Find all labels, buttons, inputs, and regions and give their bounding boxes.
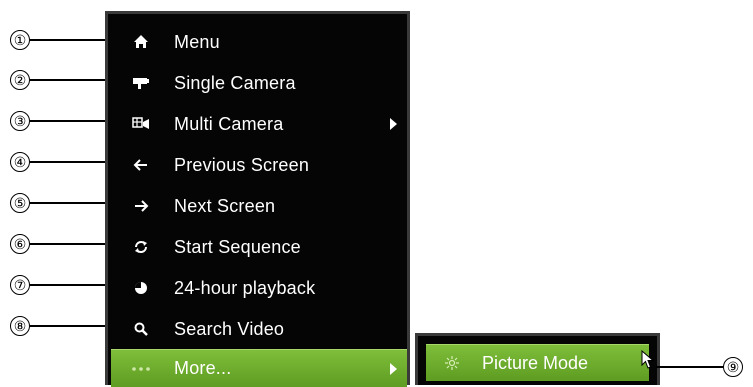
sequence-icon [119, 239, 163, 255]
menu-item-24-hour-playback[interactable]: 24-hour playback [111, 268, 407, 308]
menu-item-more[interactable]: More... [111, 349, 407, 387]
menu-item-multi-camera[interactable]: Multi Camera [111, 104, 407, 144]
arrow-right-icon [119, 199, 163, 213]
callout-number: ③ [10, 111, 30, 131]
menu-item-label: 24-hour playback [174, 277, 316, 298]
dots-icon [119, 366, 163, 372]
more-submenu: Picture Mode [415, 333, 660, 385]
menu-item-label: Single Camera [174, 72, 296, 93]
menu-item-label: Start Sequence [174, 236, 301, 257]
submenu-arrow-icon [390, 362, 397, 375]
callout-number: ② [10, 70, 30, 90]
menu-item-label: Previous Screen [174, 154, 310, 175]
callout-number: ⑨ [723, 357, 743, 377]
callout-number: ⑥ [10, 234, 30, 254]
camera-icon [119, 75, 163, 91]
menu-item-search-video[interactable]: Search Video [111, 309, 407, 349]
menu-item-label: More... [174, 358, 232, 378]
playback-icon [119, 280, 163, 296]
multi-camera-icon [119, 116, 163, 132]
callout-number: ⑤ [10, 193, 30, 213]
menu-item-label: Multi Camera [174, 113, 284, 134]
callout-leader-line [656, 366, 723, 368]
callout-number: ⑦ [10, 275, 30, 295]
menu-item-menu[interactable]: Menu [111, 22, 407, 62]
context-menu: Menu Single Camera Multi Camera Previous… [105, 11, 410, 387]
menu-item-label: Menu [174, 31, 220, 52]
submenu-item-label: Picture Mode [482, 352, 589, 373]
menu-item-label: Next Screen [174, 195, 276, 216]
menu-item-single-camera[interactable]: Single Camera [111, 63, 407, 103]
callout-number: ① [10, 30, 30, 50]
menu-item-label: Search Video [174, 318, 285, 339]
callout-9: ⑨ [656, 355, 743, 379]
mouse-cursor-icon [641, 349, 655, 375]
submenu-item-picture-mode[interactable]: Picture Mode [426, 344, 655, 381]
picture-mode-icon [432, 355, 472, 371]
callout-number: ⑧ [10, 316, 30, 336]
arrow-left-icon [119, 158, 163, 172]
search-icon [119, 321, 163, 337]
menu-item-next-screen[interactable]: Next Screen [111, 186, 407, 226]
home-icon [119, 34, 163, 50]
menu-item-start-sequence[interactable]: Start Sequence [111, 227, 407, 267]
submenu-arrow-icon [390, 118, 397, 130]
callout-number: ④ [10, 152, 30, 172]
menu-item-previous-screen[interactable]: Previous Screen [111, 145, 407, 185]
